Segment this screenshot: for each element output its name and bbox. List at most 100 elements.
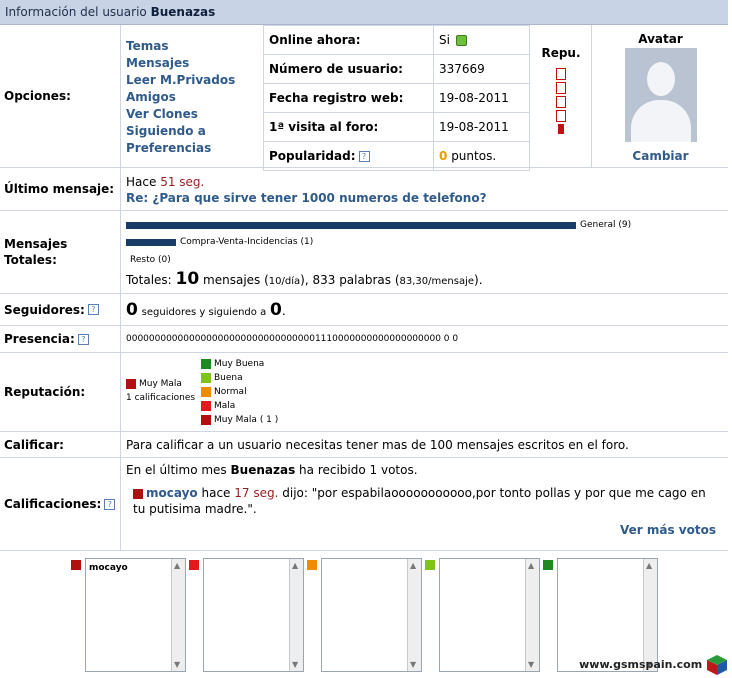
scroll-down-icon[interactable]: ▼: [292, 660, 298, 669]
online-key: Online ahora:: [263, 25, 434, 55]
repu-level-icon: [556, 110, 566, 122]
profile-header: Información del usuario Buenazas: [0, 0, 728, 25]
link-temas[interactable]: Temas: [126, 39, 168, 53]
legend-swatch-icon: [201, 372, 211, 383]
user-number-value: 337669: [433, 54, 530, 84]
online-value: Si: [433, 25, 530, 55]
legend-item: Muy Mala ( 1 ): [201, 413, 278, 427]
reputation-legend: Muy Buena Buena Normal Mala Muy Mala ( 1…: [201, 357, 278, 427]
presence-section: Presencia:? 0000000000000000000000000000…: [0, 326, 728, 353]
more-votes-link[interactable]: Ver más votos: [620, 523, 716, 537]
reputation-section: Reputación: Muy Mala 1 calificaciones Mu…: [0, 353, 728, 432]
popularity-value: 0 puntos.: [433, 141, 530, 171]
legend-swatch-icon: [201, 358, 211, 369]
legend-item: Normal: [201, 385, 278, 399]
rate-text: Para calificar a un usuario necesitas te…: [126, 438, 629, 452]
scrollbar[interactable]: ▲ ▼: [407, 559, 421, 671]
popularity-key: Popularidad:?: [263, 141, 434, 171]
ratings-label: Calificaciones:?: [0, 458, 121, 550]
legend-swatch-icon: [201, 414, 211, 425]
messages-section: Mensajes Totales: General (9) Compra-Ven…: [0, 211, 728, 294]
scroll-up-icon[interactable]: ▲: [646, 561, 652, 570]
repu-level-icon: [556, 82, 566, 94]
scroll-up-icon[interactable]: ▲: [528, 561, 534, 570]
ratings-intro: En el último mes Buenazas ha recibido 1 …: [126, 463, 418, 477]
scroll-up-icon[interactable]: ▲: [292, 561, 298, 570]
reputation-current: Muy Mala 1 calificaciones: [126, 378, 196, 403]
change-avatar-link[interactable]: Cambiar: [632, 149, 688, 163]
avatar-column: Avatar Cambiar: [593, 25, 728, 168]
options-section: Opciones: Temas Mensajes Leer M.Privados…: [0, 25, 728, 171]
table-row: Popularidad:? 0 puntos.: [263, 141, 530, 171]
ratings-section: Calificaciones:? En el último mes Buenaz…: [0, 458, 728, 551]
scrollbar[interactable]: ▲ ▼: [289, 559, 303, 671]
web-registration-key: Fecha registro web:: [263, 83, 434, 113]
legend-swatch-icon: [201, 386, 211, 397]
first-visit-value: 19-08-2011: [433, 112, 530, 142]
presence-label: Presencia:?: [0, 326, 121, 352]
repu-level-icon: [556, 68, 566, 80]
link-leer-privados[interactable]: Leer M.Privados: [126, 73, 235, 87]
legend-item: Mala: [201, 399, 278, 413]
scrollbar[interactable]: ▲ ▼: [171, 559, 185, 671]
help-icon[interactable]: ?: [104, 498, 116, 510]
help-icon[interactable]: ?: [87, 304, 99, 315]
vote-box-color-icon: [543, 560, 553, 570]
scroll-up-icon[interactable]: ▲: [410, 561, 416, 570]
header-username: Buenazas: [150, 5, 216, 19]
scroll-up-icon[interactable]: ▲: [174, 561, 180, 570]
header-prefix: Información del usuario: [5, 5, 147, 19]
last-message-label: Último mensaje:: [0, 168, 121, 210]
vote-box-mala[interactable]: ▲ ▼: [203, 558, 304, 672]
vote-box-color-icon: [189, 560, 199, 570]
followers-label: Seguidores:?: [0, 294, 121, 325]
scroll-down-icon[interactable]: ▼: [174, 660, 180, 669]
repu-level-icon: [556, 96, 566, 108]
vote-box-color-icon: [71, 560, 81, 570]
vote-entry: mocayo hace 17 seg. dijo: "por espabilao…: [133, 486, 706, 516]
help-icon[interactable]: ?: [358, 151, 370, 162]
avatar-head-icon: [646, 62, 675, 96]
legend-item: Muy Buena: [201, 357, 278, 371]
help-icon[interactable]: ?: [77, 333, 89, 345]
scrollbar[interactable]: ▲ ▼: [525, 559, 539, 671]
vote-box-color-icon: [307, 560, 317, 570]
options-label: Opciones:: [0, 25, 121, 167]
table-row: Fecha registro web: 19-08-2011: [263, 83, 530, 113]
link-preferencias[interactable]: Preferencias: [126, 141, 211, 155]
scroll-down-icon[interactable]: ▼: [528, 660, 534, 669]
link-mensajes[interactable]: Mensajes: [126, 56, 189, 70]
scroll-down-icon[interactable]: ▼: [410, 660, 416, 669]
repu-title: Repu.: [541, 46, 581, 60]
avatar-body-icon: [630, 100, 691, 142]
vote-box-buena[interactable]: ▲ ▼: [439, 558, 540, 672]
table-row: Online ahora: Si: [263, 25, 530, 55]
repu-level-icon: [558, 124, 564, 134]
vote-box-muy-mala[interactable]: mocayo ▲ ▼: [85, 558, 186, 672]
online-status-icon: [455, 35, 467, 46]
bar-compraventa-label: Compra-Venta-Incidencias (1): [180, 237, 314, 247]
link-amigos[interactable]: Amigos: [126, 90, 176, 104]
vote-box-normal[interactable]: ▲ ▼: [321, 558, 422, 672]
legend-swatch-icon: [201, 400, 211, 411]
last-message-link[interactable]: Re: ¿Para que sirve tener 1000 numeros d…: [126, 191, 487, 205]
web-registration-value: 19-08-2011: [433, 83, 530, 113]
bar-general: [126, 222, 576, 229]
link-ver-clones[interactable]: Ver Clones: [126, 107, 198, 121]
presence-value: 0000000000000000000000000000000001110000…: [126, 334, 459, 344]
vote-user-link[interactable]: mocayo: [146, 486, 198, 500]
table-row: 1ª visita al foro: 19-08-2011: [263, 112, 530, 142]
vote-color-icon: [133, 488, 143, 499]
rate-label: Calificar:: [0, 432, 121, 457]
followers-section: Seguidores:? 0 seguidores y siguiendo a …: [0, 294, 728, 326]
user-info-table: Online ahora: Si Número de usuario: 3376…: [263, 25, 530, 171]
messages-label: Mensajes Totales:: [0, 211, 121, 293]
link-siguiendo-a[interactable]: Siguiendo a: [126, 124, 206, 138]
legend-item: Buena: [201, 371, 278, 385]
bar-resto-label: Resto (0): [130, 255, 171, 265]
avatar-title: Avatar: [638, 32, 683, 46]
rate-section: Calificar: Para calificar a un usuario n…: [0, 432, 728, 458]
table-row: Número de usuario: 337669: [263, 54, 530, 84]
reputation-meter: Repu.: [531, 25, 592, 168]
bar-compraventa: [126, 239, 176, 246]
